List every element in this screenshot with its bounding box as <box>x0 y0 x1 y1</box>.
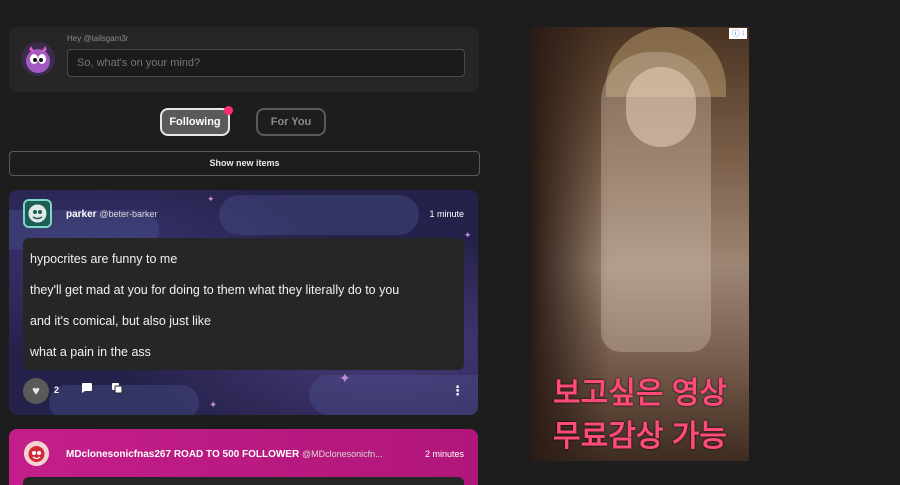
background-cloud <box>219 195 419 235</box>
post-composer: Hey @tailsgam3r <box>9 27 479 92</box>
post-card[interactable]: ✦ ✦ ✦ ✦ parker @beter-barker 1 minute hy… <box>9 190 478 415</box>
greeting-text: Hey @tailsgam3r <box>67 34 129 43</box>
post-content <box>23 477 464 485</box>
tab-following-label: Following <box>169 116 221 128</box>
post-line: hypocrites are funny to me <box>30 252 178 266</box>
repost-icon[interactable] <box>111 382 123 397</box>
more-icon[interactable]: ⋮ <box>451 383 464 399</box>
post-timestamp: 1 minute <box>429 209 464 219</box>
ad-headline: 무료감상 가능 <box>553 420 727 453</box>
star-decoration: ✦ <box>207 194 215 204</box>
notification-dot <box>224 106 233 115</box>
post-line: what a pain in the ass <box>30 345 151 359</box>
compose-input[interactable] <box>67 49 465 77</box>
ad-image-figure <box>626 67 696 147</box>
post-card[interactable]: MDclonesonicfnas267 ROAD TO 500 FOLLOWER… <box>9 429 478 485</box>
post-actions: ♥ 2 ⋮ <box>23 378 464 404</box>
star-decoration: ✦ <box>464 230 472 240</box>
tab-for-you[interactable]: For You <box>256 108 326 136</box>
author-handle: @MDclonesonicfn... <box>301 449 383 459</box>
heart-icon[interactable]: ♥ <box>23 378 49 404</box>
advertisement-banner[interactable]: ⓘ ⁝ 보고싶은 영상 무료감상 가능 <box>531 27 749 461</box>
ad-info-icon[interactable]: ⓘ ⁝ <box>729 28 747 39</box>
tab-following[interactable]: Following <box>160 106 233 136</box>
author-name[interactable]: MDclonesonicfnas267 ROAD TO 500 FOLLOWER… <box>66 449 383 460</box>
post-timestamp: 2 minutes <box>424 449 464 459</box>
post-content: hypocrites are funny to me they'll get m… <box>23 238 464 370</box>
user-avatar[interactable] <box>21 42 55 76</box>
post-line: they'll get mad at you for doing to them… <box>30 283 400 297</box>
tab-for-you-label: For You <box>270 116 312 128</box>
ad-headline: 보고싶은 영상 <box>553 377 727 410</box>
author-display-name: parker <box>66 209 97 220</box>
post-line: and it's comical, but also just like <box>30 314 211 328</box>
author-handle: @beter-barker <box>99 209 158 219</box>
comment-icon[interactable] <box>81 382 93 397</box>
like-count: 2 <box>54 385 60 395</box>
show-new-items-button[interactable]: Show new items <box>9 151 480 176</box>
author-name[interactable]: parker @beter-barker <box>66 209 158 220</box>
author-display-name: MDclonesonicfnas267 ROAD TO 500 FOLLOWER <box>66 449 300 460</box>
author-avatar[interactable] <box>23 199 52 228</box>
author-avatar[interactable] <box>24 441 49 466</box>
